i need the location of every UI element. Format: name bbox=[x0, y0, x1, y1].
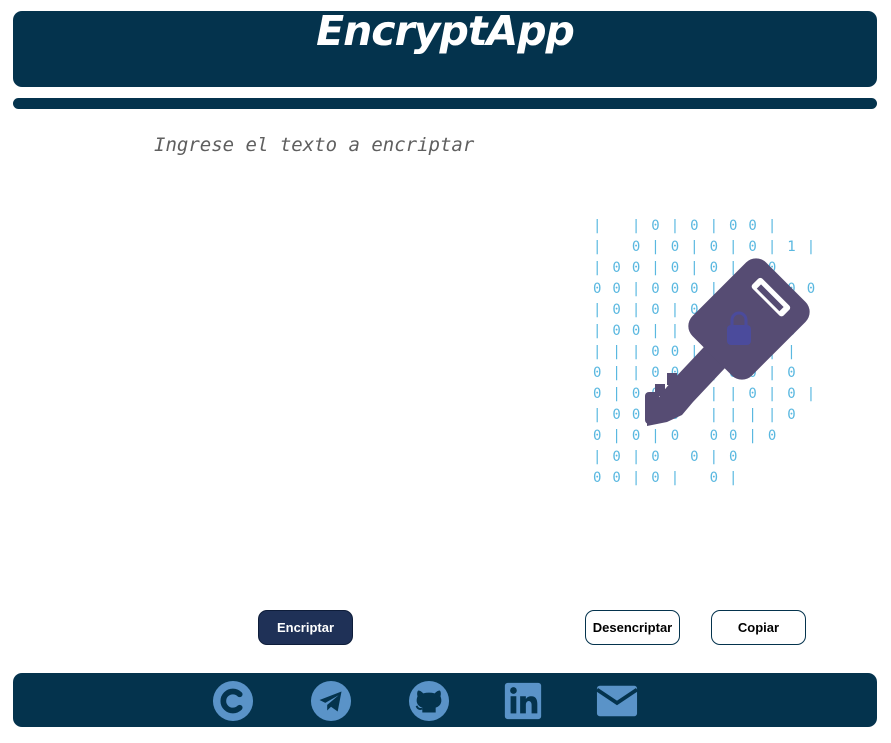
copyright-icon bbox=[212, 680, 254, 722]
decrypt-button[interactable]: Desencriptar bbox=[585, 610, 680, 645]
text-input[interactable] bbox=[150, 130, 570, 570]
binary-row: | 0|0|0|0|1| bbox=[593, 239, 826, 255]
binary-row: | |0|0|00| bbox=[593, 218, 787, 234]
binary-row: |0|0 0|0 bbox=[593, 449, 748, 465]
footer bbox=[13, 673, 877, 727]
copy-button[interactable]: Copiar bbox=[711, 610, 806, 645]
binary-row: |00|0 ||||0 bbox=[593, 407, 807, 423]
telegram-link[interactable] bbox=[309, 680, 353, 722]
header-divider bbox=[13, 98, 877, 109]
mail-link[interactable] bbox=[595, 680, 639, 722]
telegram-icon bbox=[310, 680, 352, 722]
app-title: EncryptApp bbox=[316, 7, 575, 56]
binary-row: 0|00|0||0|0| bbox=[593, 386, 826, 402]
key-with-binary-icon: | |0|0|00|| 0|0|0|0|1||00|0|0|0000|000|0… bbox=[593, 218, 826, 486]
mail-icon bbox=[595, 685, 639, 717]
encrypt-button[interactable]: Encriptar bbox=[258, 610, 353, 645]
linkedin-icon bbox=[504, 682, 542, 720]
app-header: EncryptApp bbox=[13, 7, 877, 87]
binary-row: 00|0| 0| bbox=[593, 470, 748, 486]
github-link[interactable] bbox=[407, 680, 451, 722]
copyright-link[interactable] bbox=[211, 680, 255, 722]
github-icon bbox=[408, 680, 450, 722]
linkedin-link[interactable] bbox=[501, 680, 545, 722]
binary-row: 0|0|0 00|0 bbox=[593, 428, 787, 444]
